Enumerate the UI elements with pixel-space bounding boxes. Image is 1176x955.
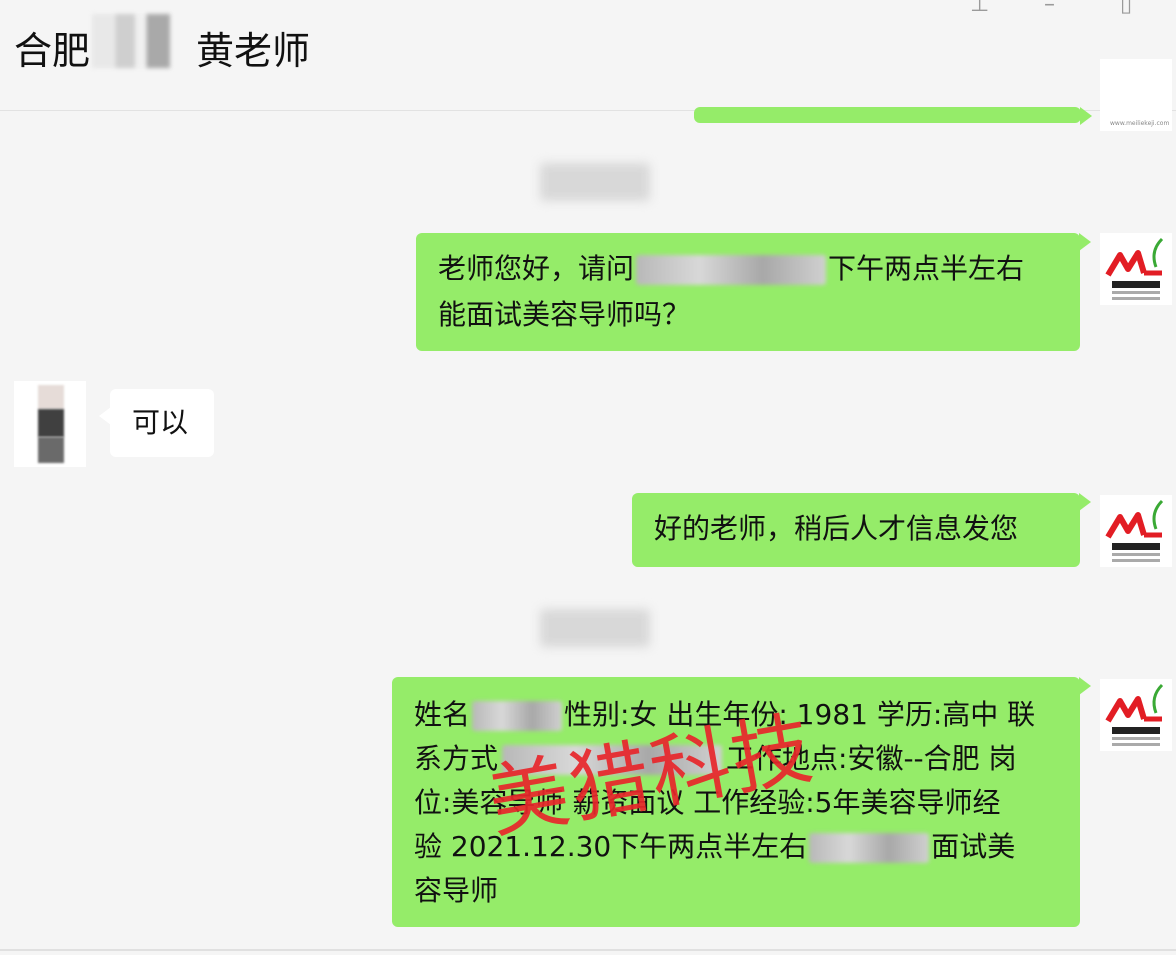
self-avatar[interactable] (1100, 495, 1172, 567)
redacted-text (472, 701, 563, 731)
chat-message-area[interactable]: www.meiliekeji.com 老师您好，请问 下午两点半左右 能面试美容导… (0, 59, 1176, 955)
self-avatar[interactable] (1100, 679, 1172, 751)
message-text: 可以 (132, 406, 189, 439)
svg-text:www.meiliekeji.com: www.meiliekeji.com (1110, 120, 1169, 127)
message-text: 下午两点半左右 (828, 252, 1025, 285)
chat-header: 合肥 黄老师 ⊥ – ▯ (0, 0, 1176, 111)
message-text: 能面试美容导师吗？ (438, 298, 691, 331)
message-text: 验 2021.12.30下午两点半左右 (414, 830, 808, 863)
message-text: 姓名 (414, 698, 471, 731)
minimize-icon[interactable]: – (1044, 0, 1055, 16)
maximize-icon[interactable]: ▯ (1120, 0, 1132, 16)
message-text: 面试美 (931, 830, 1016, 863)
contact-avatar-redacted[interactable] (14, 381, 86, 467)
timestamp-redacted (540, 163, 650, 201)
chat-title-contact: 黄老师 (196, 29, 311, 73)
redacted-text (809, 833, 930, 863)
redacted-text (636, 255, 827, 285)
message-text: 容导师 (414, 874, 499, 907)
self-avatar-partial: www.meiliekeji.com (1100, 59, 1172, 131)
self-avatar[interactable] (1100, 233, 1172, 305)
pin-icon[interactable]: ⊥ (970, 0, 989, 16)
chat-title-city: 合肥 (14, 29, 91, 73)
message-bubble-sent[interactable]: 老师您好，请问 下午两点半左右 能面试美容导师吗？ (416, 233, 1091, 351)
message-text: 好的老师，稍后人才信息发您 (654, 512, 1019, 545)
message-bubble-received[interactable]: 可以 (99, 389, 214, 457)
previous-message-bubble (694, 107, 1092, 125)
redacted-title-segment (92, 14, 170, 68)
message-text: 老师您好，请问 (438, 252, 635, 285)
message-bubble-sent[interactable]: 好的老师，稍后人才信息发您 (632, 493, 1091, 567)
timestamp-redacted (540, 609, 650, 647)
chat-bottom-divider (0, 949, 1176, 951)
